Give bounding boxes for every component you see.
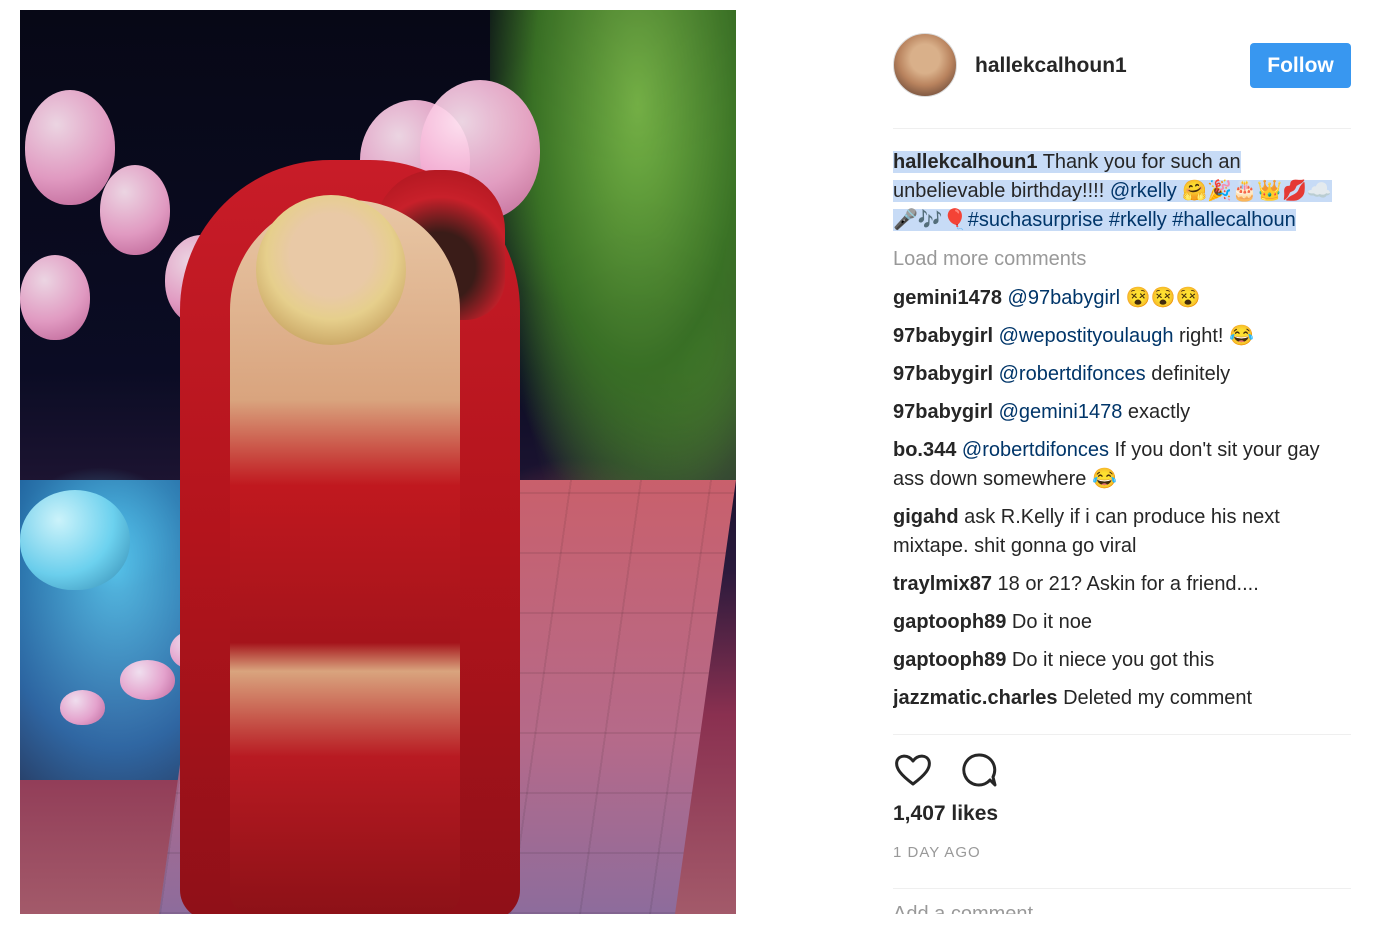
add-comment-input[interactable]: Add a comment... — [893, 900, 1050, 914]
post-side-panel: hallekcalhoun1 Follow hallekcalhoun1 Tha… — [893, 0, 1351, 930]
comment-username[interactable]: gaptooph89 — [893, 649, 1006, 671]
comments-divider — [893, 734, 1351, 735]
heart-icon[interactable] — [893, 750, 933, 790]
balloon — [20, 490, 130, 590]
comment-username[interactable]: gemini1478 — [893, 287, 1002, 309]
comment: bo.344 @robertdifonces If you don't sit … — [893, 436, 1351, 494]
caption: hallekcalhoun1 Thank you for such an unb… — [893, 148, 1351, 235]
comment-text: Do it niece you got this — [1006, 649, 1215, 671]
comment-text: Do it noe — [1006, 611, 1092, 633]
balloon — [20, 255, 90, 340]
comment: gemini1478 @97babygirl 😵😵😵 — [893, 284, 1351, 313]
post-timestamp[interactable]: 1 DAY AGO — [893, 844, 981, 861]
comment-mention[interactable]: @97babygirl — [1008, 287, 1121, 309]
likes-count[interactable]: 1,407 likes — [893, 802, 998, 826]
comment-mention[interactable]: @wepostityoulaugh — [999, 325, 1174, 347]
comment-username[interactable]: gigahd — [893, 506, 959, 528]
balloon — [60, 690, 105, 725]
comment-text: 18 or 21? Askin for a friend.... — [991, 573, 1259, 595]
comments-list[interactable]: hallekcalhoun1 Thank you for such an unb… — [893, 148, 1351, 730]
caption-username[interactable]: hallekcalhoun1 — [893, 151, 1038, 173]
speech-bubble-icon[interactable] — [959, 750, 999, 790]
post-username[interactable]: hallekcalhoun1 — [975, 54, 1127, 78]
comment-text: Deleted my comment — [1057, 687, 1253, 709]
balloon — [120, 660, 175, 700]
avatar[interactable] — [893, 33, 957, 97]
comment-text: 😵😵😵 — [1120, 287, 1201, 309]
post-photo[interactable] — [20, 10, 736, 914]
comment: traylmix87 18 or 21? Askin for a friend.… — [893, 570, 1351, 599]
comment-username[interactable]: 97babygirl — [893, 325, 993, 347]
comment: 97babygirl @robertdifonces definitely — [893, 360, 1351, 389]
comment-text: exactly — [1122, 401, 1191, 423]
balloon — [100, 165, 170, 255]
load-more-comments[interactable]: Load more comments — [893, 245, 1351, 274]
comment-mention[interactable]: @robertdifonces — [999, 363, 1146, 385]
comment-text: definitely — [1145, 363, 1231, 385]
comment: 97babygirl @wepostityoulaugh right! 😂 — [893, 322, 1351, 351]
follow-button[interactable]: Follow — [1250, 43, 1351, 88]
caption-mention[interactable]: @rkelly — [1109, 180, 1177, 202]
comment-username[interactable]: 97babygirl — [893, 401, 993, 423]
comment-username[interactable]: 97babygirl — [893, 363, 993, 385]
foliage — [490, 10, 736, 480]
comment-username[interactable]: bo.344 — [893, 439, 956, 461]
header-divider — [893, 128, 1351, 129]
caption-hashtags[interactable]: #suchasurprise #rkelly #hallecalhoun — [967, 209, 1296, 231]
comment: jazzmatic.charles Deleted my comment — [893, 684, 1351, 713]
footer-divider — [893, 888, 1351, 889]
comment-username[interactable]: jazzmatic.charles — [893, 687, 1058, 709]
comment-username[interactable]: traylmix87 — [893, 573, 992, 595]
comment-username[interactable]: gaptooph89 — [893, 611, 1006, 633]
comment-mention[interactable]: @gemini1478 — [999, 401, 1123, 423]
action-bar — [893, 750, 1021, 790]
comment: gaptooph89 Do it niece you got this — [893, 646, 1351, 675]
comment-text: right! 😂 — [1173, 325, 1254, 347]
comment: 97babygirl @gemini1478 exactly — [893, 398, 1351, 427]
woman-head — [256, 195, 406, 345]
comment-mention[interactable]: @robertdifonces — [962, 439, 1109, 461]
comment: gaptooph89 Do it noe — [893, 608, 1351, 637]
comment: gigahd ask R.Kelly if i can produce his … — [893, 503, 1351, 561]
balloon — [25, 90, 115, 205]
